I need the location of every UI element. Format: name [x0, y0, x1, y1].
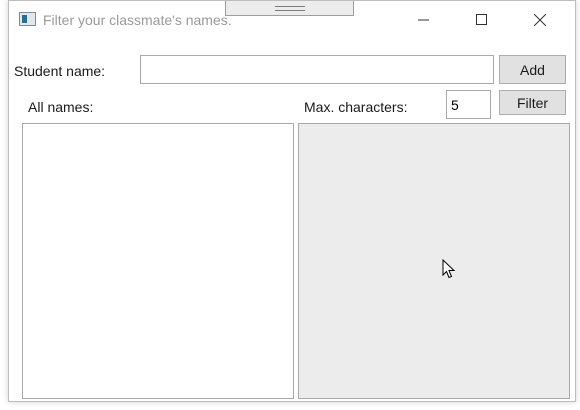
add-button[interactable]: Add [499, 55, 566, 84]
all-names-list[interactable] [22, 123, 294, 399]
close-button[interactable] [517, 3, 563, 37]
max-characters-label: Max. characters: [304, 99, 408, 115]
window-title: Filter your classmate's names. [43, 12, 232, 28]
max-characters-input[interactable] [446, 90, 491, 119]
app-window-icon [19, 12, 36, 26]
app-window: Filter your classmate's names. Student n… [8, 0, 576, 402]
minimize-icon [418, 19, 429, 21]
student-name-input[interactable] [140, 55, 494, 84]
maximize-button[interactable] [459, 3, 505, 37]
filtered-names-list[interactable] [298, 123, 570, 399]
student-name-label: Student name: [14, 63, 106, 79]
minimize-button[interactable] [401, 3, 447, 37]
all-names-label: All names: [28, 99, 94, 115]
maximize-icon [476, 14, 487, 25]
title-bar[interactable]: Filter your classmate's names. [9, 1, 575, 39]
close-icon [534, 14, 546, 26]
mouse-pointer-icon [442, 259, 456, 279]
filter-button[interactable]: Filter [499, 90, 566, 115]
drag-handle[interactable] [225, 1, 354, 16]
